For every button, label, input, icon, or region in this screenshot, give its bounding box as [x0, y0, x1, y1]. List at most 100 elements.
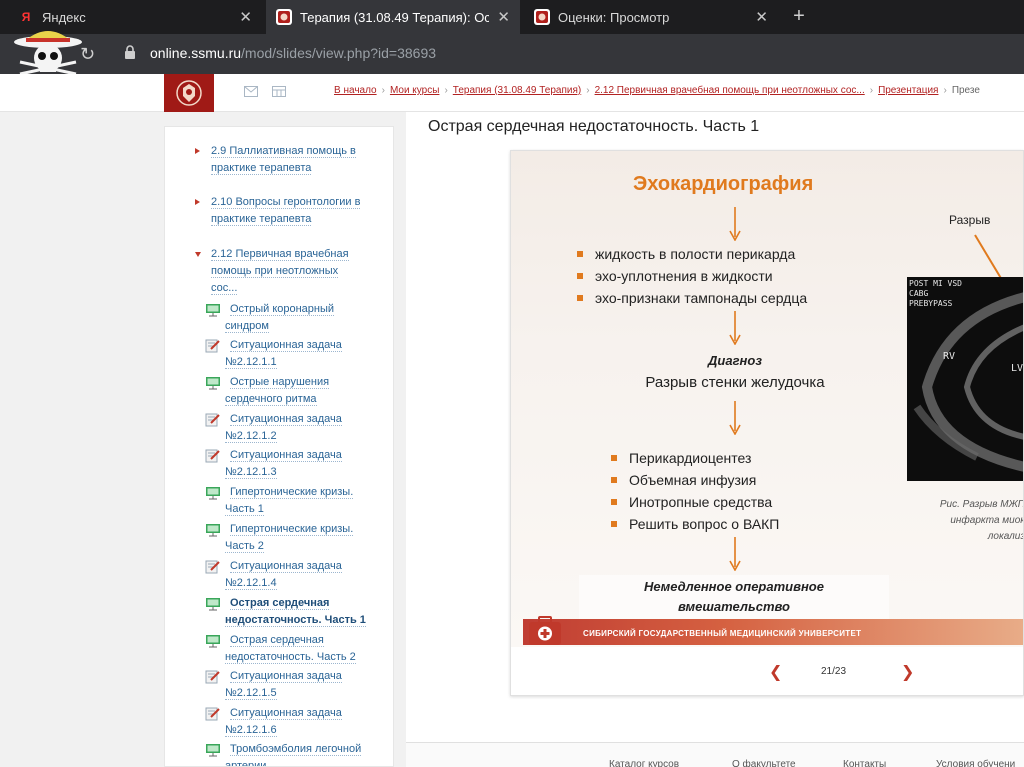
presentation-icon	[206, 635, 220, 648]
page-title: Острая сердечная недостаточность. Часть …	[428, 118, 760, 135]
university-logo[interactable]	[164, 74, 214, 112]
presentation-icon	[206, 524, 220, 537]
echo-label-rv: RV	[943, 351, 956, 362]
nav-item-label: Ситуационная задача	[230, 560, 342, 573]
nav-item-presentation[interactable]: Гипертонические кризы. Часть 1	[205, 484, 385, 518]
nav-item-task[interactable]: Ситуационная задача №2.12.1.1	[205, 337, 385, 371]
calendar-icon[interactable]	[272, 86, 286, 97]
echo-overlay-text: POST MI VSD CABG PREBYPASS	[909, 279, 962, 309]
breadcrumb-sep: ›	[586, 85, 590, 96]
echocardiogram-image: POST MI VSD CABG PREBYPASS RV LV	[907, 277, 1024, 481]
new-tab-button[interactable]: +	[788, 5, 810, 27]
footer-link-catalog[interactable]: Каталог курсов	[609, 759, 679, 767]
section-label: 2.9 Паллиативная помощь в	[211, 145, 356, 158]
close-tab-icon[interactable]: ✕	[497, 8, 510, 26]
nav-item-task[interactable]: Ситуационная задача №2.12.1.2	[205, 411, 385, 445]
breadcrumb-presentation[interactable]: Презентация	[878, 85, 938, 96]
mail-icon[interactable]	[244, 86, 258, 97]
figure-caption: Рис. Разрыв МЖП инфаркта миок локализ	[897, 497, 1024, 545]
footer-link-contacts[interactable]: Контакты	[843, 759, 886, 767]
reload-icon[interactable]: ↻	[80, 44, 95, 65]
treatment-list: Перикардиоцентез Объемная инфузия Инотро…	[609, 447, 779, 535]
course-navigation: 2.9 Паллиативная помощь в практике терапе…	[164, 126, 394, 767]
browser-tab-bar: Я Яндекс ✕ Терапия (31.08.49 Терапия): О…	[0, 0, 1024, 34]
assignment-icon	[205, 670, 220, 684]
assignment-icon	[205, 413, 220, 427]
close-tab-icon[interactable]: ✕	[239, 8, 252, 26]
finding-item: эхо-признаки тампонады сердца	[575, 287, 807, 309]
tab-title: Яндекс	[42, 9, 86, 25]
nav-item-presentation[interactable]: Острая сердечная недостаточность. Часть 1	[205, 595, 385, 629]
urgent-line: Немедленное оперативное	[644, 579, 824, 594]
nav-item-presentation[interactable]: Острая сердечная недостаточность. Часть 2	[205, 632, 385, 666]
nav-item-label: Ситуационная задача	[230, 707, 342, 720]
breadcrumb-current: Презе	[951, 85, 980, 96]
close-tab-icon[interactable]: ✕	[755, 8, 768, 26]
presentation-icon	[206, 598, 220, 611]
caption-line: Рис. Разрыв МЖП	[939, 499, 1024, 510]
nav-item-task[interactable]: Ситуационная задача №2.12.1.4	[205, 558, 385, 592]
caption-line: инфаркта миок	[950, 515, 1024, 526]
footer-link-terms[interactable]: Условия обучени	[936, 759, 1015, 767]
treatment-item: Решить вопрос о ВАКП	[609, 513, 779, 535]
nav-item-label: Острая сердечная	[230, 634, 324, 647]
nav-item-presentation[interactable]: Гипертонические кризы. Часть 2	[205, 521, 385, 555]
prev-slide-button[interactable]: ❮	[769, 662, 782, 682]
collapsed-arrow-icon	[195, 148, 200, 154]
footer-link-faculty[interactable]: О факультете	[732, 759, 796, 767]
breadcrumb-course[interactable]: Терапия (31.08.49 Терапия)	[453, 85, 581, 96]
nav-item-label: синдром	[225, 320, 269, 333]
section-label: практике терапевта	[211, 213, 312, 226]
tab-title: Оценки: Просмотр	[558, 9, 670, 25]
nav-item-task[interactable]: Ситуационная задача №2.12.1.5	[205, 668, 385, 702]
url-host: online.ssmu.ru	[150, 45, 242, 61]
university-name: СИБИРСКИЙ ГОСУДАРСТВЕННЫЙ МЕДИЦИНСКИЙ УН…	[583, 629, 862, 638]
tab-grades[interactable]: Оценки: Просмотр ✕	[524, 0, 778, 34]
finding-item: эхо-уплотнения в жидкости	[575, 265, 807, 287]
url-field[interactable]: online.ssmu.ru/mod/slides/view.php?id=38…	[150, 45, 436, 61]
nav-item-label: №2.12.1.2	[225, 430, 277, 443]
echo-overlay-line: CABG	[909, 289, 929, 298]
nav-item-task[interactable]: Ситуационная задача №2.12.1.6	[205, 705, 385, 739]
section-label: практике терапевта	[211, 162, 312, 175]
nav-item-presentation[interactable]: Острый коронарный синдром	[205, 301, 385, 335]
presentation-icon	[206, 304, 220, 317]
presentation-icon	[206, 377, 220, 390]
expanded-arrow-icon	[195, 252, 201, 257]
treatment-item: Перикардиоцентез	[609, 447, 779, 469]
nav-item-label: Острая сердечная	[230, 597, 330, 610]
treatment-item: Объемная инфузия	[609, 469, 779, 491]
nav-item-presentation[interactable]: Острые нарушения сердечного ритма	[205, 374, 385, 408]
breadcrumb-my-courses[interactable]: Мои курсы	[390, 85, 440, 96]
nav-item-label: №2.12.1.1	[225, 356, 277, 369]
breadcrumb-section[interactable]: 2.12 Первичная врачебная помощь при неот…	[595, 85, 865, 96]
breadcrumb: В начало › Мои курсы › Терапия (31.08.49 Тер…	[334, 85, 980, 96]
nav-item-label: Острый коронарный	[230, 303, 335, 316]
nav-item-label: Ситуационная задача	[230, 339, 342, 352]
nav-item-task[interactable]: Ситуационная задача №2.12.1.3	[205, 447, 385, 481]
nav-item-label: №2.12.1.4	[225, 577, 277, 590]
diagnosis-heading: Диагноз	[708, 353, 762, 368]
lock-icon	[125, 45, 135, 59]
echo-label-lv: LV	[1011, 363, 1024, 374]
nav-item-presentation[interactable]: Тромбоэмболия легочной артерии	[205, 741, 385, 766]
tab-therapy[interactable]: Терапия (31.08.49 Терапия): Ост ✕	[266, 0, 520, 34]
breadcrumb-sep: ›	[444, 85, 448, 96]
down-arrow-icon	[729, 401, 741, 435]
findings-list: жидкость в полости перикарда эхо-уплотне…	[575, 243, 807, 309]
ssmu-crest-favicon-icon	[534, 9, 550, 25]
ssmu-crest-favicon-icon	[276, 9, 292, 25]
assignment-icon	[205, 707, 220, 721]
section-label: сос...	[211, 282, 238, 295]
footer-nav: Каталог курсов О факультете Контакты Усл…	[406, 742, 1024, 767]
echo-overlay-line: PREBYPASS	[909, 299, 953, 308]
rupture-label: Разрыв	[949, 213, 991, 227]
next-slide-button[interactable]: ❯	[901, 662, 914, 682]
nav-item-label: артерии	[225, 760, 267, 766]
breadcrumb-home[interactable]: В начало	[334, 85, 377, 96]
urgent-intervention-note: Немедленное оперативное вмешательство	[579, 575, 889, 619]
nav-item-label: №2.12.1.3	[225, 466, 277, 479]
assignment-icon	[205, 449, 220, 463]
nav-item-label: Тромбоэмболия легочной	[230, 743, 362, 756]
diagnosis-text: Разрыв стенки желудочка	[645, 374, 825, 391]
